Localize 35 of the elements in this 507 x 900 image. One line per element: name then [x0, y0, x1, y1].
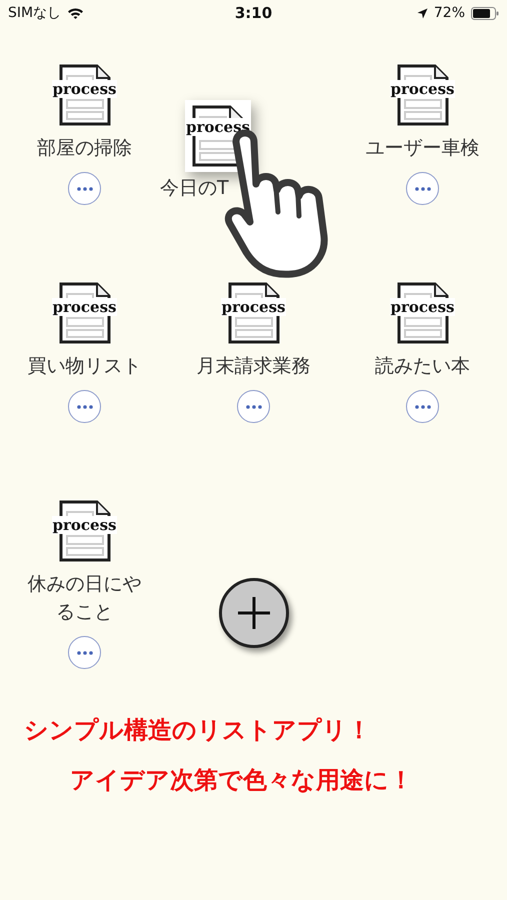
list-title[interactable]: 休みの日にやること: [20, 570, 150, 626]
wifi-icon: [67, 6, 84, 20]
list-title[interactable]: 読みたい本: [358, 352, 488, 380]
list-title: 今日のT: [160, 176, 229, 201]
ellipsis-icon: [76, 186, 92, 190]
more-button[interactable]: [68, 636, 101, 669]
list-title[interactable]: 部屋の掃除: [20, 134, 150, 162]
ellipsis-icon: [414, 186, 430, 190]
ellipsis-icon: [76, 650, 92, 654]
icon-label: process: [390, 298, 456, 316]
battery-icon: [471, 6, 499, 20]
carrier-text: SIMなし: [8, 4, 62, 22]
more-button[interactable]: [406, 390, 439, 423]
icon-label: process: [52, 516, 118, 534]
location-arrow-icon: [416, 8, 428, 18]
promo-caption: アイデア次第で色々な用途に！: [69, 765, 414, 796]
battery-percent: 72%: [434, 5, 465, 21]
icon-label: process: [52, 298, 118, 316]
ellipsis-icon: [414, 404, 430, 408]
icon-label: process: [52, 80, 118, 98]
list-title[interactable]: 買い物リスト: [20, 352, 150, 380]
list-title[interactable]: ユーザー車検: [358, 134, 488, 162]
icon-label: process: [390, 80, 456, 98]
more-button[interactable]: [237, 390, 270, 423]
icon-label: process: [220, 298, 286, 316]
ellipsis-icon: [246, 404, 262, 408]
more-button[interactable]: [68, 172, 101, 205]
promo-caption: シンプル構造のリストアプリ！: [23, 715, 372, 746]
list-title[interactable]: 月末請求業務: [188, 352, 318, 380]
clock-text: 3:10: [234, 4, 272, 22]
more-button[interactable]: [68, 390, 101, 423]
ellipsis-icon: [76, 404, 92, 408]
plus-icon: [236, 596, 270, 630]
add-button[interactable]: [218, 578, 288, 648]
more-button[interactable]: [406, 172, 439, 205]
